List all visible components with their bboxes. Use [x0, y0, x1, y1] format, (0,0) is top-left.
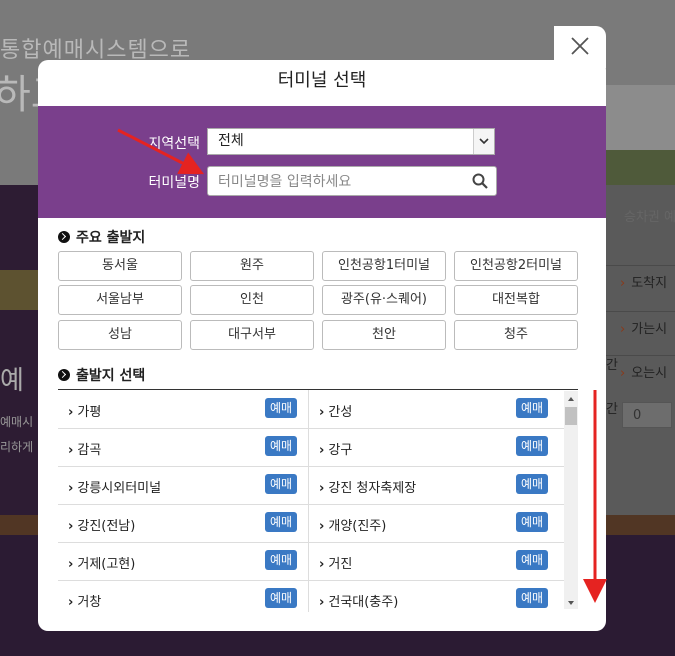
annotation-arrow-icon: [117, 128, 205, 175]
annotation-overlay: [117, 128, 607, 603]
